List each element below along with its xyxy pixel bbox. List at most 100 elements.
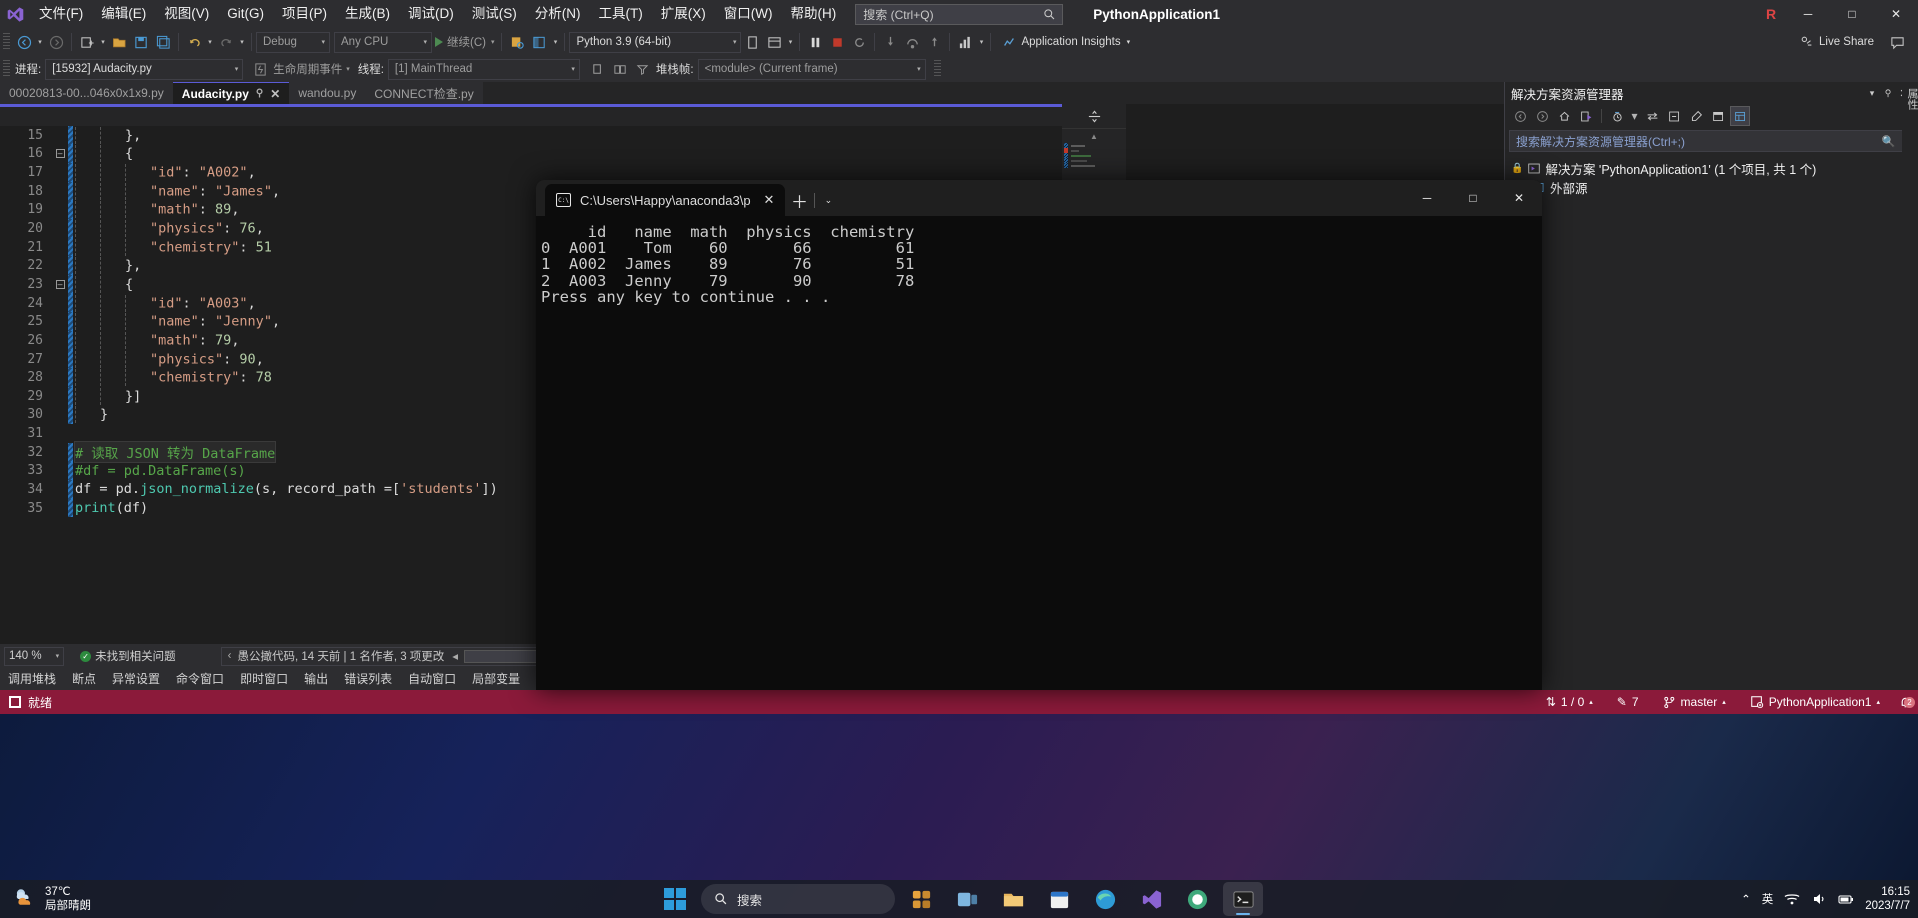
navigation-member-combo[interactable]: ▾ (0, 107, 1126, 126)
terminal-title-bar[interactable]: C:\ C:\Users\Happy\anaconda3\p ✕ ＋ ⌄ ─ □… (536, 180, 1542, 216)
source-control-sync[interactable]: ⇅ 1 / 0 ▴ (1534, 695, 1605, 709)
terminal-maximize-button[interactable]: □ (1450, 180, 1496, 216)
sync-with-active-document-icon[interactable] (1576, 106, 1596, 126)
undo-dropdown[interactable]: ▾ (205, 31, 215, 53)
collapse-region-icon[interactable]: – (55, 279, 65, 289)
process-combo[interactable]: [15932] Audacity.py ▾ (45, 58, 244, 80)
redo-icon[interactable] (215, 31, 237, 53)
save-icon[interactable] (130, 31, 152, 53)
maximize-button[interactable]: □ (1830, 0, 1874, 28)
widgets-icon[interactable] (901, 882, 941, 916)
split-view-icon[interactable] (1062, 104, 1126, 129)
back-icon[interactable] (1510, 106, 1530, 126)
python-interpreter-combo[interactable]: Python 3.9 (64-bit) ▾ (569, 31, 742, 53)
zoom-level-combo[interactable]: 140 % ▾ (4, 646, 65, 666)
new-tab-icon[interactable]: ＋ (785, 184, 813, 216)
battery-icon[interactable] (1838, 891, 1854, 907)
search-icon[interactable]: 🔍 (1882, 135, 1896, 148)
navigate-back-dropdown[interactable]: ▾ (35, 31, 45, 53)
pending-changes[interactable]: ✎ 7 (1605, 695, 1651, 709)
menu-item-git[interactable]: Git(G) (218, 0, 273, 28)
pause-icon[interactable] (804, 31, 826, 53)
stack-frame-next-icon[interactable] (610, 58, 632, 80)
step-into-icon[interactable] (879, 31, 901, 53)
menu-item-window[interactable]: 窗口(W) (715, 0, 782, 28)
chevron-left-icon[interactable]: ‹ (228, 650, 232, 662)
pin-icon[interactable]: ⚲ (1880, 88, 1896, 99)
code-line[interactable]: 15}, (0, 126, 1126, 145)
git-repository[interactable]: PythonApplication1 ▴ (1738, 695, 1892, 709)
close-icon[interactable]: ✕ (270, 87, 280, 101)
stop-icon[interactable] (826, 31, 848, 53)
tool-tab-error-list[interactable]: 错误列表 (336, 668, 400, 690)
menu-item-project[interactable]: 项目(P) (273, 0, 336, 28)
windows-start-icon[interactable] (655, 882, 695, 916)
solution-explorer-search-input[interactable]: 搜索解决方案资源管理器(Ctrl+;) 🔍 ▾ (1509, 130, 1914, 152)
menu-item-tools[interactable]: 工具(T) (590, 0, 652, 28)
memory-icon[interactable] (741, 31, 763, 53)
menu-item-view[interactable]: 视图(V) (155, 0, 218, 28)
continue-button[interactable]: 继续(C) ▾ (432, 34, 497, 50)
lifecycle-events-icon[interactable] (249, 58, 271, 80)
scroll-up-icon[interactable]: ▲ (1062, 129, 1126, 141)
tool-tab-breakpoints[interactable]: 断点 (64, 668, 104, 690)
pending-changes-filter-icon[interactable] (1607, 106, 1627, 126)
application-insights-button[interactable]: Application Insights ▾ (999, 35, 1133, 49)
anaconda-icon[interactable] (1177, 882, 1217, 916)
external-sources-node[interactable]: 外部源 (1511, 178, 1918, 197)
taskbar-search-input[interactable]: 搜索 (701, 884, 895, 914)
quick-launch-search[interactable]: 搜索 (Ctrl+Q) (855, 3, 1064, 25)
tool-tab-locals[interactable]: 局部变量 (464, 668, 528, 690)
chevron-left-icon[interactable]: ◂ (452, 649, 458, 663)
tab-connect-check-py[interactable]: CONNECT检查.py (365, 82, 483, 104)
undo-icon[interactable] (183, 31, 205, 53)
properties-vertical-tab[interactable]: 属性 (1902, 82, 1918, 116)
debugbar-grip[interactable] (3, 60, 10, 78)
tab-wandou-py[interactable]: wandou.py (289, 82, 366, 104)
chevron-down-icon[interactable]: ▾ (1629, 106, 1640, 126)
toolbar-grip[interactable] (3, 33, 10, 51)
glyph-margin[interactable]: – (52, 279, 68, 289)
diagnostic-dropdown[interactable]: ▾ (976, 31, 986, 53)
minimize-button[interactable]: ─ (1786, 0, 1830, 28)
step-over-icon[interactable] (901, 31, 923, 53)
table-layout-icon[interactable] (763, 31, 785, 53)
weather-widget[interactable]: 37℃ 局部晴朗 (0, 885, 91, 913)
terminal-close-button[interactable]: ✕ (1496, 180, 1542, 216)
tool-tab-exception-settings[interactable]: 异常设置 (104, 668, 168, 690)
stack-frame-filter-icon[interactable] (632, 58, 654, 80)
refresh-icon[interactable] (1642, 106, 1662, 126)
debugbar-grip-end[interactable] (933, 60, 941, 78)
menu-item-extensions[interactable]: 扩展(X) (652, 0, 715, 28)
account-avatar[interactable]: R (1756, 0, 1786, 28)
issues-indicator[interactable]: ✓ 未找到相关问题 (80, 648, 176, 664)
stack-frame-combo[interactable]: <module> (Current frame) ▾ (697, 58, 926, 80)
window-layout-icon[interactable] (528, 31, 550, 53)
show-all-files-icon[interactable] (1730, 106, 1750, 126)
menu-item-analyze[interactable]: 分析(N) (526, 0, 590, 28)
taskbar-clock[interactable]: 16:15 2023/7/7 (1865, 885, 1910, 913)
thread-combo[interactable]: [1] MainThread ▾ (387, 58, 580, 80)
new-project-dropdown[interactable]: ▾ (98, 31, 108, 53)
menu-item-help[interactable]: 帮助(H) (781, 0, 845, 28)
solution-configuration-combo[interactable]: Debug ▾ (256, 31, 330, 53)
edge-icon[interactable] (1085, 882, 1125, 916)
home-icon[interactable] (1554, 106, 1574, 126)
menu-item-test[interactable]: 测试(S) (463, 0, 526, 28)
save-all-icon[interactable] (152, 31, 174, 53)
vs-code-icon[interactable] (1131, 882, 1171, 916)
git-branch[interactable]: master ▴ (1651, 695, 1738, 709)
ime-indicator[interactable]: 英 (1762, 891, 1774, 907)
tool-tab-call-stack[interactable]: 调用堆栈 (0, 668, 64, 690)
menu-item-file[interactable]: 文件(F) (30, 0, 92, 28)
restart-icon[interactable] (848, 31, 870, 53)
lifecycle-events-label[interactable]: 生命周期事件 (273, 61, 342, 77)
solution-platform-combo[interactable]: Any CPU ▾ (334, 31, 432, 53)
preview-selected-items-icon[interactable] (1708, 106, 1728, 126)
windows-terminal-window[interactable]: C:\ C:\Users\Happy\anaconda3\p ✕ ＋ ⌄ ─ □… (536, 180, 1542, 690)
terminal-minimize-button[interactable]: ─ (1404, 180, 1450, 216)
terminal-icon[interactable] (1223, 882, 1263, 916)
menu-item-edit[interactable]: 编辑(E) (92, 0, 155, 28)
chevron-up-icon[interactable]: ⌃ (1741, 892, 1751, 906)
live-share-button[interactable]: Live Share (1800, 35, 1874, 49)
